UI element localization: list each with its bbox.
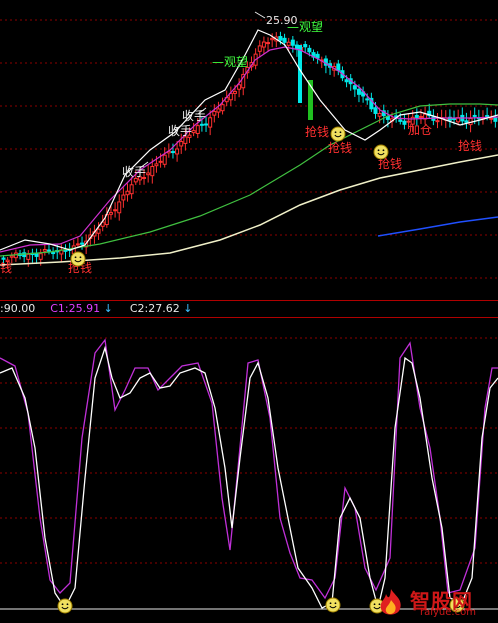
c1-arrow: ↓ bbox=[103, 302, 113, 315]
signal-label: 加仓 bbox=[408, 123, 432, 137]
candle-body bbox=[150, 166, 155, 177]
candle-body bbox=[125, 190, 130, 196]
candle-body bbox=[232, 90, 237, 94]
candle-body bbox=[485, 115, 490, 118]
watermark-url: raiyue.com bbox=[420, 607, 476, 618]
candle-body bbox=[170, 151, 175, 154]
candle-body bbox=[377, 113, 382, 117]
candle-body bbox=[270, 37, 275, 41]
candle-body bbox=[195, 125, 200, 134]
candle-body bbox=[307, 47, 312, 53]
smiley-icon bbox=[70, 251, 86, 267]
candle-body bbox=[146, 172, 151, 176]
signal-label: 抢钱 bbox=[328, 140, 352, 155]
candle-body bbox=[406, 120, 411, 123]
candle-body bbox=[356, 88, 361, 95]
smiley-icon bbox=[325, 597, 341, 613]
ma-line-white bbox=[0, 29, 498, 251]
candle-body bbox=[212, 110, 217, 116]
candle-body bbox=[352, 85, 357, 90]
candle-body bbox=[493, 116, 498, 122]
candle-body bbox=[373, 107, 378, 114]
candle-body bbox=[113, 209, 118, 212]
ma-line-blue bbox=[377, 216, 498, 237]
flame-logo-icon bbox=[380, 589, 401, 615]
candle-body bbox=[26, 253, 31, 260]
peak-pointer bbox=[254, 11, 266, 19]
signal-label: 收手 bbox=[122, 165, 146, 179]
candle-body bbox=[290, 39, 295, 46]
candle-body bbox=[216, 108, 221, 113]
c1-value: C1:25.91 bbox=[50, 302, 101, 315]
candle-body bbox=[365, 98, 370, 101]
candle-body bbox=[204, 123, 209, 126]
candle-body bbox=[266, 42, 271, 45]
candle-body bbox=[398, 119, 403, 122]
candle-body bbox=[175, 148, 180, 155]
signal-label: —观望 bbox=[212, 55, 248, 69]
candle-body bbox=[418, 115, 423, 118]
price-chart: 25.90收手收手收手—观望—观望抢钱抢钱抢钱抢钱加仓抢钱钱 bbox=[0, 11, 498, 279]
smiley-icon bbox=[330, 126, 346, 142]
candle-body bbox=[336, 63, 341, 71]
candle-body bbox=[261, 41, 266, 48]
c2-value: C2:27.62 bbox=[129, 302, 180, 315]
candle-body bbox=[435, 120, 440, 123]
candle-body bbox=[344, 79, 349, 83]
candle-body bbox=[1, 257, 6, 260]
candle-body bbox=[9, 255, 14, 258]
candle-body bbox=[117, 201, 122, 214]
signal-label: 抢钱 bbox=[305, 124, 329, 139]
candle-body bbox=[179, 141, 184, 147]
candle-body bbox=[464, 120, 469, 123]
candle-body bbox=[472, 114, 477, 117]
candle-body bbox=[158, 160, 163, 163]
oscillator-line-magenta bbox=[0, 338, 498, 600]
candle-body bbox=[129, 184, 134, 195]
candle-body bbox=[75, 243, 80, 246]
candle-body bbox=[199, 123, 204, 126]
candle-body bbox=[402, 120, 407, 125]
candle-body bbox=[38, 253, 43, 260]
candle-body bbox=[303, 44, 308, 48]
candle-body bbox=[154, 163, 159, 167]
candle-body bbox=[208, 117, 213, 128]
candle-body bbox=[315, 53, 320, 59]
ma-line-magenta bbox=[0, 46, 498, 253]
candle-body bbox=[63, 249, 68, 252]
candle-body bbox=[96, 228, 101, 234]
oscillator-line-white bbox=[0, 345, 498, 610]
candle-body bbox=[42, 249, 47, 252]
candle-body bbox=[162, 154, 167, 165]
candle-body bbox=[237, 84, 242, 90]
candle-body bbox=[257, 45, 262, 52]
indicator-info-bar: :90.00 C1:25.91 ↓ C2:27.62 ↓ bbox=[0, 300, 498, 318]
candle-body bbox=[286, 41, 291, 46]
oscillator-chart bbox=[0, 337, 498, 614]
candle-body bbox=[46, 249, 51, 252]
candle-body bbox=[298, 45, 302, 103]
candle-body bbox=[220, 104, 225, 112]
candle-body bbox=[121, 194, 126, 201]
smiley-icon bbox=[373, 144, 389, 160]
candle-body bbox=[282, 37, 287, 43]
signal-label: —观望 bbox=[287, 20, 323, 34]
c2-arrow: ↓ bbox=[183, 302, 193, 315]
candle-body bbox=[191, 130, 196, 134]
candle-body bbox=[80, 242, 85, 245]
candle-body bbox=[452, 118, 457, 121]
candle-body bbox=[51, 252, 56, 255]
c0-value: :90.00 bbox=[0, 302, 36, 315]
smiley-icon bbox=[57, 598, 73, 614]
watermark: 智股网 raiyue.com bbox=[376, 585, 494, 621]
candle-body bbox=[278, 36, 283, 41]
candle-body bbox=[489, 117, 494, 120]
signal-label: 抢钱 bbox=[458, 138, 482, 153]
candle-body bbox=[414, 114, 419, 118]
signal-label: 钱 bbox=[0, 260, 12, 275]
candle-body bbox=[108, 212, 113, 215]
